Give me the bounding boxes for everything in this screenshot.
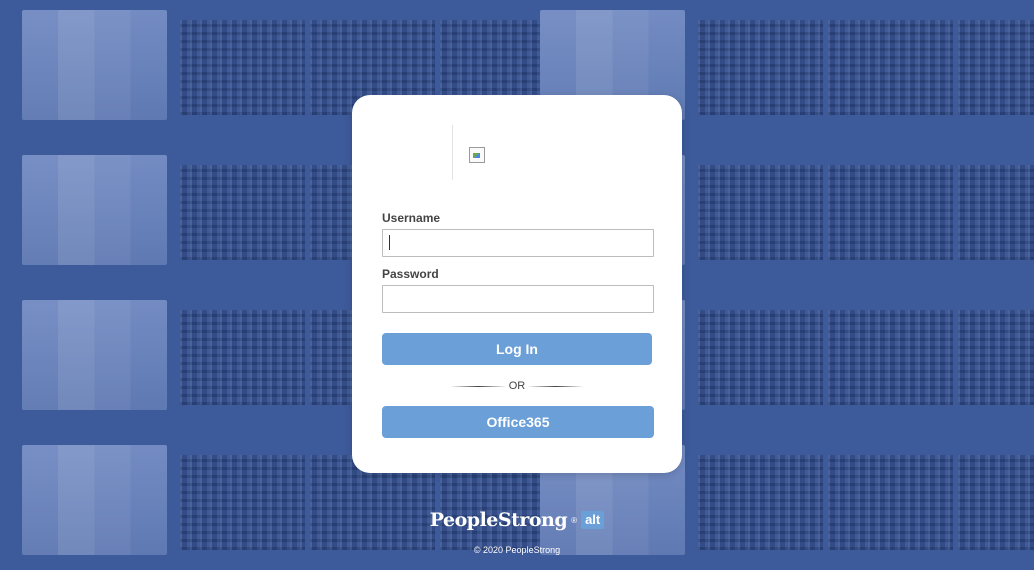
registered-mark: ® [571,515,578,525]
separator-line [450,385,507,387]
brand-badge: alt [581,511,605,529]
brand-logo: PeopleStrong ® alt [0,509,1034,531]
username-input[interactable] [382,229,654,257]
office365-login-button[interactable]: Office365 [382,406,654,438]
broken-image-icon [469,147,485,163]
username-label: Username [382,211,441,225]
login-button[interactable]: Log In [382,333,652,365]
or-separator: OR [450,380,584,392]
brand-name: PeopleStrong [429,509,568,531]
separator-line [527,385,584,387]
logo-divider [452,125,453,180]
or-text: OR [508,380,526,392]
text-caret [389,235,390,250]
password-input[interactable] [382,285,654,313]
copyright-text: © 2020 PeopleStrong [473,545,561,555]
login-card: Username Password Log In OR Office365 [352,95,682,473]
password-label: Password [382,267,439,281]
